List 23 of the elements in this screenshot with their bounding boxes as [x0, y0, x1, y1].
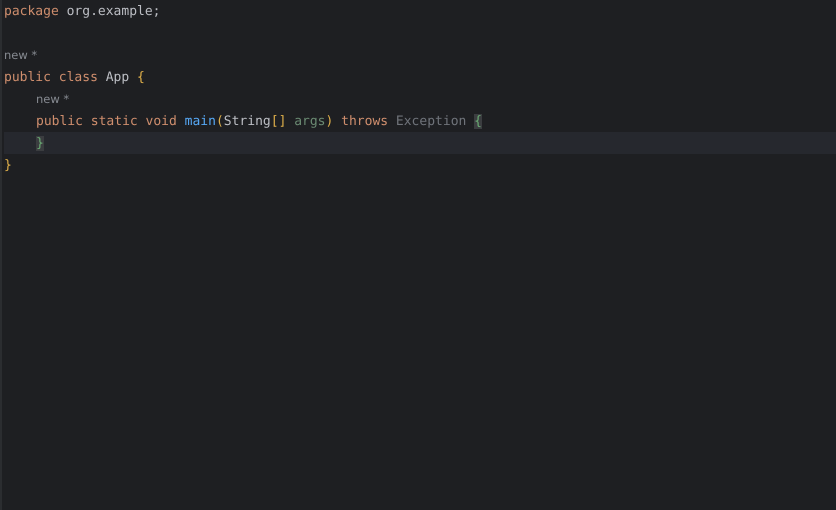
- matched-brace: }: [36, 136, 44, 150]
- code-token: App: [106, 70, 130, 84]
- author-hint[interactable]: new *: [36, 92, 70, 106]
- matched-brace: {: [474, 114, 482, 128]
- code-token: static: [90, 114, 138, 128]
- code-token: }: [4, 158, 12, 172]
- code-token: String: [224, 114, 271, 128]
- code-token: public: [36, 114, 83, 128]
- code-token: ): [326, 114, 334, 128]
- code-token: throws: [341, 114, 388, 128]
- code-token: Exception: [396, 114, 466, 128]
- code-editor[interactable]: package org.example; new * public class App { new * public static void main(String[] args) throws Exception { } }: [0, 0, 836, 510]
- code-token: void: [146, 114, 177, 128]
- code-token: public: [4, 70, 51, 84]
- code-token: main: [184, 114, 216, 128]
- code-token: org.example;: [66, 4, 161, 18]
- code-token: class: [58, 70, 98, 84]
- author-hint[interactable]: new *: [4, 48, 38, 62]
- code-token: package: [4, 4, 59, 18]
- code-token: {: [136, 70, 145, 84]
- code-token: args: [294, 114, 326, 128]
- code-token: (: [216, 114, 224, 128]
- code-token: []: [270, 114, 286, 128]
